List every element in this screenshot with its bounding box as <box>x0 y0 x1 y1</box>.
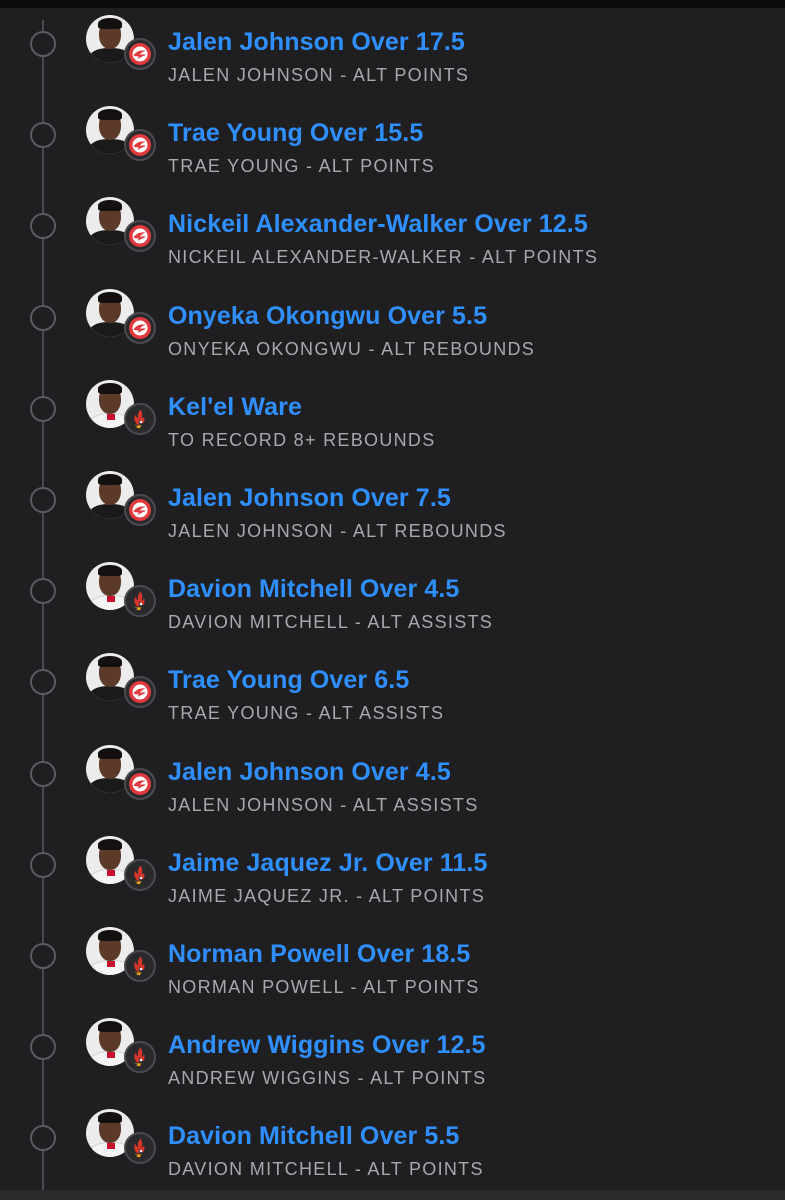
parlay-leg-8[interactable]: Trae Young Over 6.5 TRAE YOUNG - ALT ASS… <box>0 638 785 729</box>
heat-logo-icon <box>124 858 156 891</box>
leg-title[interactable]: Davion Mitchell Over 5.5 <box>168 1122 459 1151</box>
parlay-leg-1[interactable]: Jalen Johnson Over 17.5 JALEN JOHNSON - … <box>0 0 785 91</box>
leg-title[interactable]: Andrew Wiggins Over 12.5 <box>168 1031 486 1060</box>
parlay-leg-9[interactable]: Jalen Johnson Over 4.5 JALEN JOHNSON - A… <box>0 730 785 821</box>
leg-subtitle: DAVION MITCHELL - ALT POINTS <box>168 1159 484 1180</box>
parlay-leg-12[interactable]: Andrew Wiggins Over 12.5 ANDREW WIGGINS … <box>0 1003 785 1094</box>
leg-status-circle-icon[interactable] <box>30 31 56 57</box>
leg-subtitle: TRAE YOUNG - ALT ASSISTS <box>168 703 445 724</box>
hawks-logo-icon <box>124 311 156 344</box>
leg-title[interactable]: Norman Powell Over 18.5 <box>168 940 470 969</box>
leg-subtitle: JAIME JAQUEZ JR. - ALT POINTS <box>168 885 486 906</box>
parlay-leg-4[interactable]: Onyeka Okongwu Over 5.5 ONYEKA OKONGWU -… <box>0 274 785 365</box>
leg-subtitle: JALEN JOHNSON - ALT POINTS <box>168 65 470 85</box>
leg-subtitle: TRAE YOUNG - ALT POINTS <box>168 156 435 177</box>
leg-status-circle-icon[interactable] <box>30 395 56 422</box>
leg-status-circle-icon[interactable] <box>30 851 56 878</box>
parlay-leg-13[interactable]: Davion Mitchell Over 5.5 DAVION MITCHELL… <box>0 1094 785 1185</box>
leg-title[interactable]: Jalen Johnson Over 4.5 <box>168 758 451 787</box>
parlay-leg-10[interactable]: Jaime Jaquez Jr. Over 11.5 JAIME JAQUEZ … <box>0 821 785 912</box>
leg-title[interactable]: Onyeka Okongwu Over 5.5 <box>168 302 487 331</box>
leg-status-circle-icon[interactable] <box>30 1034 56 1061</box>
leg-title[interactable]: Nickeil Alexander-Walker Over 12.5 <box>168 210 588 239</box>
parlay-leg-7[interactable]: Davion Mitchell Over 4.5 DAVION MITCHELL… <box>0 547 785 638</box>
hawks-logo-icon <box>124 38 156 70</box>
parlay-leg-6[interactable]: Jalen Johnson Over 7.5 JALEN JOHNSON - A… <box>0 456 785 547</box>
leg-status-circle-icon[interactable] <box>30 943 56 969</box>
hawks-logo-icon <box>124 220 156 253</box>
leg-status-circle-icon[interactable] <box>30 578 56 605</box>
leg-title[interactable]: Jalen Johnson Over 17.5 <box>168 28 465 57</box>
leg-status-circle-icon[interactable] <box>30 1125 56 1152</box>
leg-subtitle: JALEN JOHNSON - ALT ASSISTS <box>168 794 479 815</box>
parlay-leg-11[interactable]: Norman Powell Over 18.5 NORMAN POWELL - … <box>0 912 785 1003</box>
leg-title[interactable]: Kel'el Ware <box>168 393 302 422</box>
parlay-leg-5[interactable]: Kel'el Ware TO RECORD 8+ REBOUNDS <box>0 365 785 456</box>
leg-title[interactable]: Trae Young Over 6.5 <box>168 666 409 695</box>
leg-title[interactable]: Jalen Johnson Over 7.5 <box>168 484 451 513</box>
leg-subtitle: ANDREW WIGGINS - ALT POINTS <box>168 1068 487 1089</box>
leg-title[interactable]: Trae Young Over 15.5 <box>168 119 423 148</box>
parlay-leg-list: Jalen Johnson Over 17.5 JALEN JOHNSON - … <box>0 0 785 1190</box>
leg-subtitle: NICKEIL ALEXANDER-WALKER - ALT POINTS <box>168 247 599 268</box>
heat-logo-icon <box>124 1132 156 1165</box>
leg-status-circle-icon[interactable] <box>30 213 56 240</box>
heat-logo-icon <box>124 950 156 982</box>
hawks-logo-icon <box>124 676 156 709</box>
leg-status-circle-icon[interactable] <box>30 122 56 149</box>
parlay-leg-2[interactable]: Trae Young Over 15.5 TRAE YOUNG - ALT PO… <box>0 91 785 182</box>
hawks-logo-icon <box>124 767 156 800</box>
leg-subtitle: NORMAN POWELL - ALT POINTS <box>168 977 480 997</box>
hawks-logo-icon <box>124 129 156 162</box>
bottom-edge-bar <box>0 1190 785 1200</box>
heat-logo-icon <box>124 1041 156 1074</box>
heat-logo-icon <box>124 402 156 435</box>
leg-subtitle: TO RECORD 8+ REBOUNDS <box>168 429 436 450</box>
leg-status-circle-icon[interactable] <box>30 487 56 513</box>
leg-subtitle: JALEN JOHNSON - ALT REBOUNDS <box>168 521 507 541</box>
leg-title[interactable]: Jaime Jaquez Jr. Over 11.5 <box>168 849 487 878</box>
leg-subtitle: DAVION MITCHELL - ALT ASSISTS <box>168 612 494 633</box>
leg-status-circle-icon[interactable] <box>30 304 56 331</box>
hawks-logo-icon <box>124 494 156 526</box>
heat-logo-icon <box>124 585 156 618</box>
parlay-leg-3[interactable]: Nickeil Alexander-Walker Over 12.5 NICKE… <box>0 182 785 273</box>
leg-status-circle-icon[interactable] <box>30 669 56 696</box>
leg-subtitle: ONYEKA OKONGWU - ALT REBOUNDS <box>168 338 536 359</box>
leg-status-circle-icon[interactable] <box>30 760 56 787</box>
leg-title[interactable]: Davion Mitchell Over 4.5 <box>168 575 459 604</box>
